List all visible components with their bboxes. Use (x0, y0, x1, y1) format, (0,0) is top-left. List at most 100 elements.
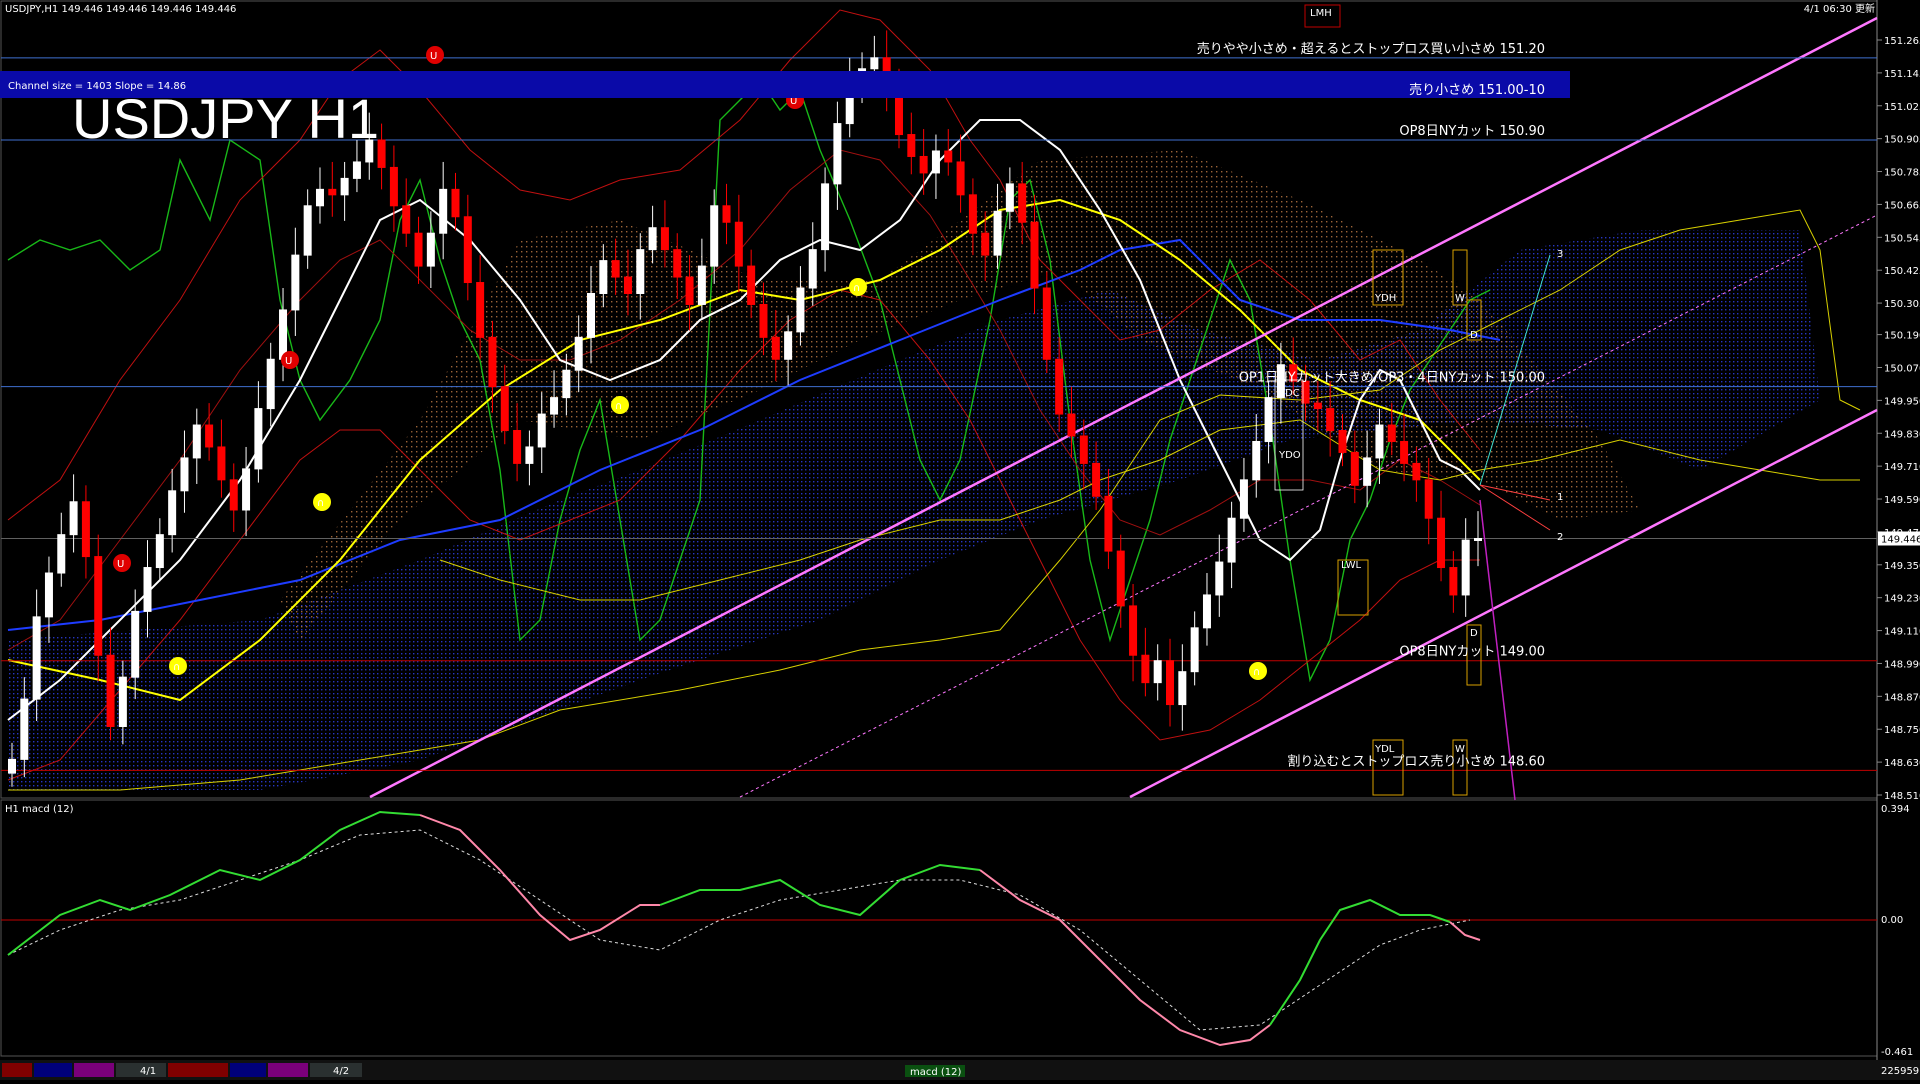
bottom-indicator[interactable]: macd (12) (910, 1067, 962, 1078)
candle-body (57, 534, 66, 574)
candle-body (1338, 430, 1347, 453)
candle-body (1412, 462, 1421, 481)
price-tick-label: 150.070 (1884, 363, 1920, 374)
candle-body (1239, 479, 1248, 519)
ydh-label: YDH (1374, 293, 1396, 304)
candle-body (1424, 479, 1433, 519)
candle-body (710, 205, 719, 267)
candle-body (525, 446, 534, 464)
candle-body (1018, 183, 1027, 223)
candle-body (1030, 221, 1039, 289)
candle-body (106, 654, 115, 727)
candle-body (476, 282, 485, 338)
candle-body (488, 336, 497, 388)
candle-body (217, 446, 226, 481)
candle-body (118, 676, 127, 727)
candle-body (968, 194, 977, 234)
candle-body (1437, 517, 1446, 569)
candle-body (537, 413, 546, 448)
level-annotation: OP8日NYカット 149.00 (1399, 645, 1545, 660)
candle-body (870, 57, 879, 70)
price-tick-label: 148.630 (1884, 758, 1920, 769)
candle-body (611, 260, 620, 278)
candle-body (1104, 495, 1113, 552)
big-title: USDJPY H1 (72, 87, 379, 150)
candle-body (291, 254, 300, 311)
bottom-date-2: 4/2 (333, 1066, 349, 1077)
price-tick-label: 149.350 (1884, 561, 1920, 572)
projection-3: 3 (1557, 249, 1563, 260)
candle-body (229, 479, 238, 511)
candle-body (587, 292, 596, 338)
candle-body (1215, 561, 1224, 596)
candle-body (623, 276, 632, 294)
svg-text:∩: ∩ (1253, 667, 1260, 678)
candle-body (821, 183, 830, 251)
candle-body (771, 336, 780, 360)
candle-body (389, 166, 398, 207)
candle-body (513, 430, 522, 464)
price-tick-label: 149.590 (1884, 495, 1920, 506)
candle-body (266, 358, 275, 410)
candle-body (180, 457, 189, 492)
candle-body (944, 150, 953, 163)
price-tick-label: 150.305 (1884, 299, 1920, 310)
candle-body (956, 161, 965, 196)
candle-body (1387, 424, 1396, 442)
candle-body (1079, 435, 1088, 464)
candle-body (205, 424, 214, 448)
svg-text:∩: ∩ (615, 401, 622, 412)
candle-body (340, 177, 349, 196)
candle-body (20, 698, 29, 760)
candle-body (1461, 539, 1470, 596)
symbol-line: USDJPY,H1 149.446 149.446 149.446 149.44… (5, 4, 236, 15)
macd-scale-bottom: -0.461 (1881, 1047, 1913, 1058)
candle-body (1252, 440, 1261, 481)
candle-body (1166, 660, 1175, 706)
lmh-label: LMH (1310, 8, 1332, 19)
price-tick-label: 149.830 (1884, 429, 1920, 440)
candle-body (1092, 462, 1101, 497)
candle-body (168, 490, 177, 536)
price-tick-label: 148.750 (1884, 725, 1920, 736)
candle-body (192, 424, 201, 459)
price-tick-label: 150.665 (1884, 200, 1920, 211)
candle-body (1005, 183, 1014, 212)
price-tick-label: 148.990 (1884, 659, 1920, 670)
candle-body (697, 265, 706, 305)
projection-1: 1 (1557, 492, 1563, 503)
candle-body (673, 249, 682, 278)
candle-body (143, 567, 152, 612)
w-label-top: W (1455, 293, 1465, 304)
candle-body (426, 232, 435, 267)
candle-body (562, 369, 571, 399)
candle-body (1227, 517, 1236, 563)
price-tick-label: 148.870 (1884, 692, 1920, 703)
candle-body (439, 188, 448, 234)
level-annotation: OP1日NYカット大きめ/OP3・4日NYカット 150.00 (1239, 371, 1545, 386)
price-tick-label: 151.145 (1884, 69, 1920, 80)
candle-body (907, 134, 916, 157)
lwl-label: LWL (1341, 560, 1362, 571)
candle-body (414, 232, 423, 267)
candle-body (747, 265, 756, 305)
candle-body (1129, 605, 1138, 656)
candle-body (1400, 440, 1409, 464)
bottom-counter: 225959 (1881, 1066, 1919, 1077)
candle-body (759, 303, 768, 338)
candle-body (1449, 567, 1458, 596)
price-tick-label: 150.425 (1884, 266, 1920, 277)
candle-body (1141, 654, 1150, 684)
price-tick-label: 150.785 (1884, 168, 1920, 179)
candle-body (599, 260, 608, 294)
candle-body (574, 336, 583, 371)
candle-body (796, 287, 805, 333)
price-tick-label: 149.230 (1884, 594, 1920, 605)
candle-body (808, 249, 817, 289)
candle-body (981, 232, 990, 256)
projection-2: 2 (1557, 532, 1563, 543)
candle-body (44, 572, 53, 618)
macd-label: H1 macd (12) (5, 804, 74, 815)
candle-body (1202, 594, 1211, 629)
candle-body (784, 331, 793, 360)
